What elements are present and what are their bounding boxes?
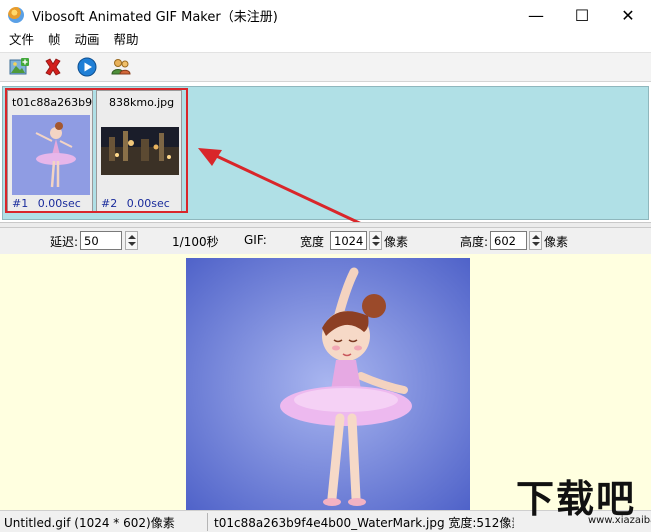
users-button[interactable] [110, 56, 132, 78]
delay-label: 延迟: [50, 235, 79, 249]
minimize-button[interactable]: — [513, 0, 559, 30]
add-image-button[interactable] [8, 56, 30, 78]
width-label: 宽度 [300, 235, 325, 249]
menu-animation[interactable]: 动画 [68, 30, 107, 50]
site-watermark: 下载吧 www.xiazaiba.com [510, 468, 651, 530]
frame-thumbnail-ballerina [12, 115, 90, 195]
width-spinner[interactable] [369, 231, 382, 250]
frame-item-2[interactable]: 838kmo.jpg #2 0.00sec [96, 90, 182, 212]
frame-info: #2 0.00sec [101, 197, 170, 210]
play-icon [77, 57, 97, 77]
height-input[interactable] [490, 231, 527, 250]
window-controls: — ☐ ✕ [513, 0, 651, 30]
delay-unit: 1/100秒 [172, 235, 219, 249]
play-button[interactable] [76, 56, 98, 78]
width-unit: 像素 [384, 235, 409, 249]
watermark-url: www.xiazaiba.com [588, 515, 651, 526]
settings-bar: 延迟: 1/100秒 GIF: 宽度 像素 高度: 像素 [0, 228, 651, 254]
frame-thumbnail-night-city [101, 127, 179, 175]
delete-button[interactable] [42, 56, 64, 78]
delete-icon [45, 58, 61, 76]
frame-name: t01c88a263b9f4 [12, 96, 92, 109]
menu-help[interactable]: 帮助 [107, 30, 146, 50]
frame-info: #1 0.00sec [12, 197, 81, 210]
height-unit: 像素 [544, 235, 569, 249]
maximize-button[interactable]: ☐ [559, 0, 605, 30]
delay-input[interactable] [80, 231, 122, 250]
height-label: 高度: [460, 235, 489, 249]
height-spinner[interactable] [529, 231, 542, 250]
title-bar: Vibosoft Animated GIF Maker（未注册) — ☐ ✕ [0, 0, 651, 30]
delay-spinner[interactable] [125, 231, 138, 250]
status-file-info: Untitled.gif (1024 * 602)像素 [4, 516, 175, 530]
gif-label: GIF: [244, 233, 267, 247]
frame-delay: 0.00sec [126, 197, 170, 210]
close-button[interactable]: ✕ [605, 0, 651, 30]
app-icon [8, 7, 24, 23]
width-input[interactable] [330, 231, 367, 250]
add-image-icon [9, 58, 29, 75]
frame-index: #2 [101, 197, 118, 210]
menu-frame[interactable]: 帧 [41, 30, 68, 50]
toolbar [0, 52, 651, 82]
frame-item-1[interactable]: t01c88a263b9f4 #1 0.00sec [7, 90, 93, 212]
menu-file[interactable]: 文件 [2, 30, 41, 50]
status-divider [207, 513, 208, 531]
window-title: Vibosoft Animated GIF Maker（未注册) [32, 9, 278, 25]
frame-name: 838kmo.jpg [109, 96, 175, 109]
preview-image-ballerina [186, 258, 470, 510]
frame-index: #1 [12, 197, 29, 210]
status-frame-info: t01c88a263b9f4e4b00_WaterMark.jpg 宽度:512… [214, 516, 514, 530]
users-icon [111, 59, 131, 75]
menu-bar: 文件 帧 动画 帮助 [0, 30, 651, 50]
frame-delay: 0.00sec [37, 197, 81, 210]
